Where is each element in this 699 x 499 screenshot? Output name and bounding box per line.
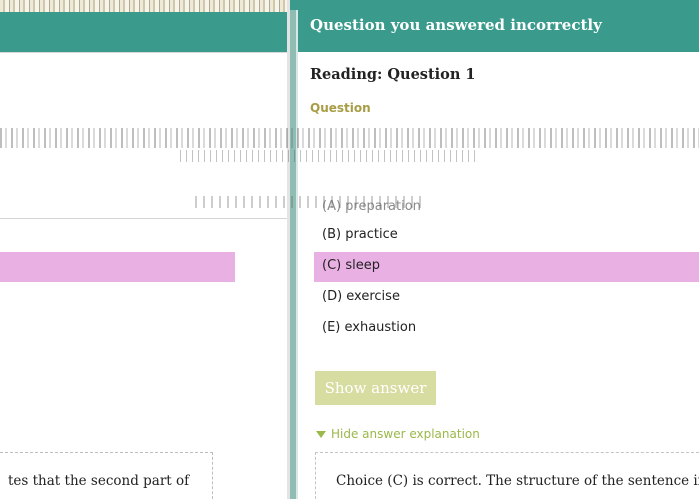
divider [0, 218, 290, 219]
question-review-panel: Question you answered incorrectly Readin… [290, 0, 699, 499]
divider [0, 52, 290, 53]
render-glitch-strip [0, 0, 290, 12]
render-glitch-band [180, 150, 480, 162]
explanation-text: Choice (C) is correct. The structure of … [336, 473, 699, 489]
background-header-bar [0, 12, 290, 52]
background-selected-choice [0, 252, 235, 282]
question-sublabel: Question [310, 101, 371, 115]
render-glitch-band [0, 128, 699, 148]
render-glitch-band [195, 196, 425, 208]
show-answer-button[interactable]: Show answer [315, 371, 436, 405]
panel-header: Question you answered incorrectly [290, 0, 699, 52]
background-panel: tes that the second part of [0, 0, 290, 499]
hide-explanation-label: Hide answer explanation [331, 427, 480, 441]
choice-e[interactable]: (E) exhaustion [314, 314, 699, 344]
choice-c-selected[interactable]: (C) sleep [314, 252, 699, 282]
hide-explanation-toggle[interactable]: Hide answer explanation [316, 427, 480, 441]
panel-left-border-inner [296, 10, 298, 499]
choice-d[interactable]: (D) exercise [314, 283, 699, 313]
triangle-down-icon [316, 430, 326, 438]
background-explanation-box: tes that the second part of [0, 452, 213, 499]
background-explanation-text: tes that the second part of [8, 473, 190, 489]
answer-explanation-box: Choice (C) is correct. The structure of … [315, 452, 699, 499]
question-heading: Reading: Question 1 [310, 66, 476, 83]
panel-title: Question you answered incorrectly [310, 16, 602, 34]
choice-b[interactable]: (B) practice [314, 221, 699, 251]
